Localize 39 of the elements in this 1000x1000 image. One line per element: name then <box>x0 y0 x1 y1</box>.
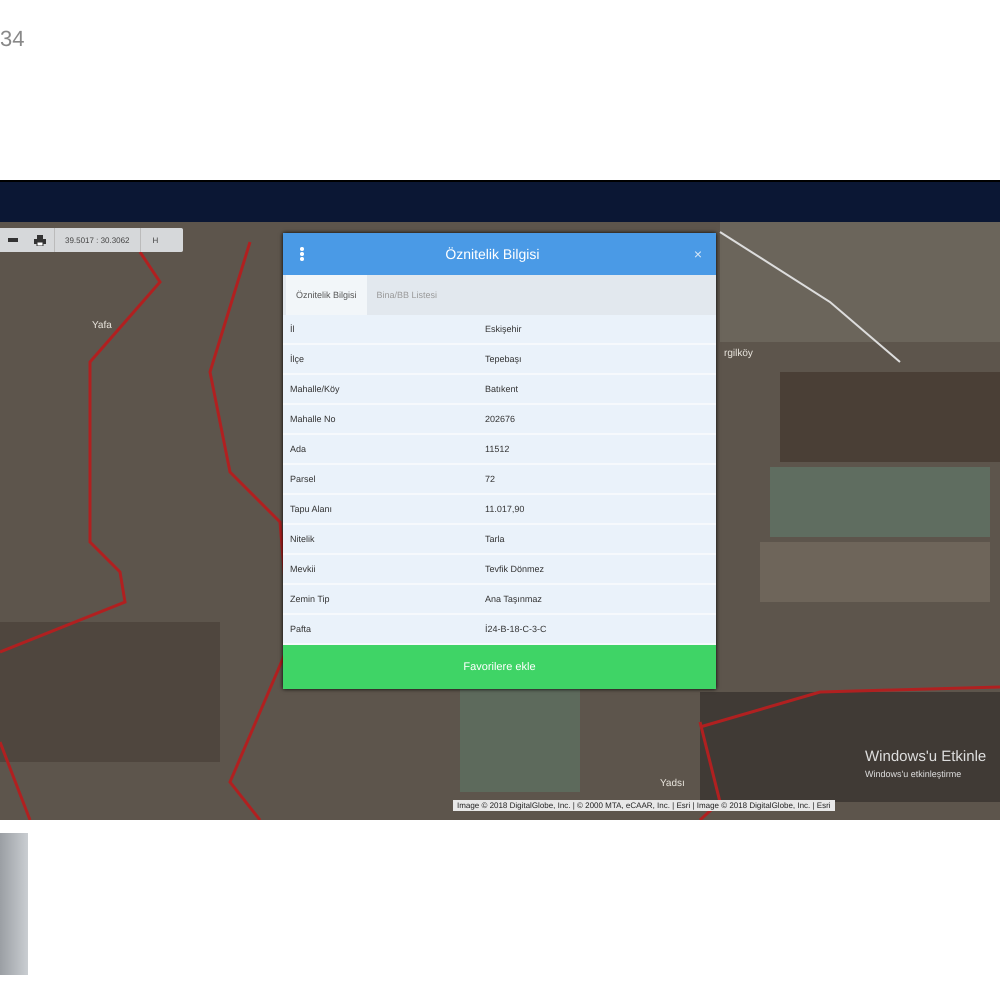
photo-placeholder[interactable] <box>0 833 28 975</box>
activation-title: Windows'u Etkinle <box>865 748 986 765</box>
attribute-label: Mahalle/Köy <box>289 384 341 394</box>
attribute-value: 11512 <box>485 444 510 454</box>
attribute-value: 72 <box>485 474 496 484</box>
activation-subtitle: Windows'u etkinleştirme <box>865 769 962 779</box>
print-icon[interactable] <box>34 234 46 246</box>
attribute-label: İlçe <box>289 354 306 364</box>
map-attribution: Image © 2018 DigitalGlobe, Inc. | © 2000 MTA, eCAAR, Inc. | Esri | Image © 2018 DigitalGlobe, Inc. | Esri <box>453 800 835 811</box>
page-number: 34 <box>0 26 24 52</box>
attribute-value: Tevfik Dönmez <box>485 564 544 574</box>
place-label: rgilköy <box>724 348 753 359</box>
attribute-label: İl <box>289 324 296 334</box>
attribute-value: 202676 <box>485 414 516 424</box>
attribute-label: Mahalle No <box>289 414 337 424</box>
attribute-label: Ada <box>289 444 308 454</box>
attribute-label: Pafta <box>289 624 312 634</box>
dialog-title: Öznitelik Bilgisi <box>444 246 540 262</box>
attribute-value: 11.017,90 <box>485 504 524 514</box>
attribute-value: Tepebaşı <box>485 354 522 364</box>
tab[interactable]: Bina/BB Listesi <box>366 275 448 315</box>
attribute-value: Tarla <box>485 534 505 544</box>
attribute-value: Eskişehir <box>485 324 522 334</box>
add-to-favorites-button[interactable]: Favorilere ekle <box>283 645 716 689</box>
attribute-label: Tapu Alanı <box>289 504 334 514</box>
attribute-label: Zemin Tip <box>289 594 331 604</box>
coordinates-display: 39.5017 : 30.3062 <box>54 228 141 252</box>
attribute-value: İ24-B-18-C-3-C <box>485 624 547 634</box>
place-label: Yafa <box>92 320 112 331</box>
attribute-value: Ana Taşınmaz <box>485 594 542 604</box>
more-vertical-icon[interactable] <box>299 247 305 261</box>
tab[interactable]: Öznitelik Bilgisi <box>286 275 367 315</box>
attribute-label: Mevkii <box>289 564 317 574</box>
attribute-label: Nitelik <box>289 534 316 544</box>
attribute-value: Batıkent <box>485 384 518 394</box>
close-button[interactable]: × <box>680 246 716 262</box>
attribute-label: Parsel <box>289 474 317 484</box>
place-label: Yadsı <box>660 778 685 789</box>
toolbar-button[interactable]: H <box>140 236 170 244</box>
